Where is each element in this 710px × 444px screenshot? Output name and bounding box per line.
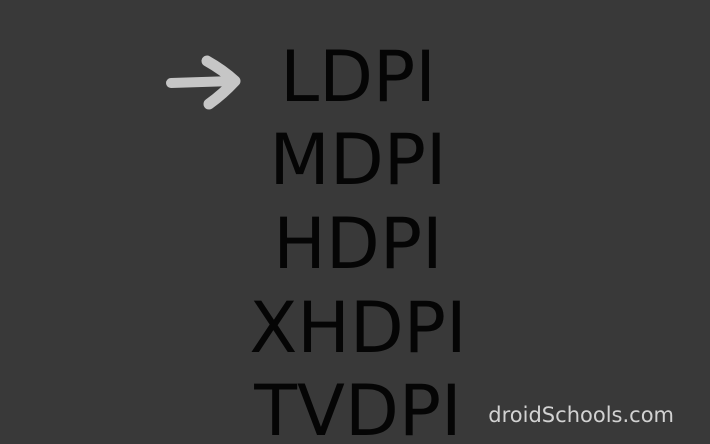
density-list: LDPI MDPI HDPI XHDPI TVDPI <box>0 0 710 444</box>
density-mdpi: MDPI <box>269 119 447 201</box>
slide: LDPI MDPI HDPI XHDPI TVDPI droidSchools.… <box>0 0 710 444</box>
brand-watermark: droidSchools.com <box>488 403 674 427</box>
density-xhdpi: XHDPI <box>249 287 467 369</box>
density-ldpi: LDPI <box>280 36 436 118</box>
density-hdpi: HDPI <box>273 203 443 285</box>
